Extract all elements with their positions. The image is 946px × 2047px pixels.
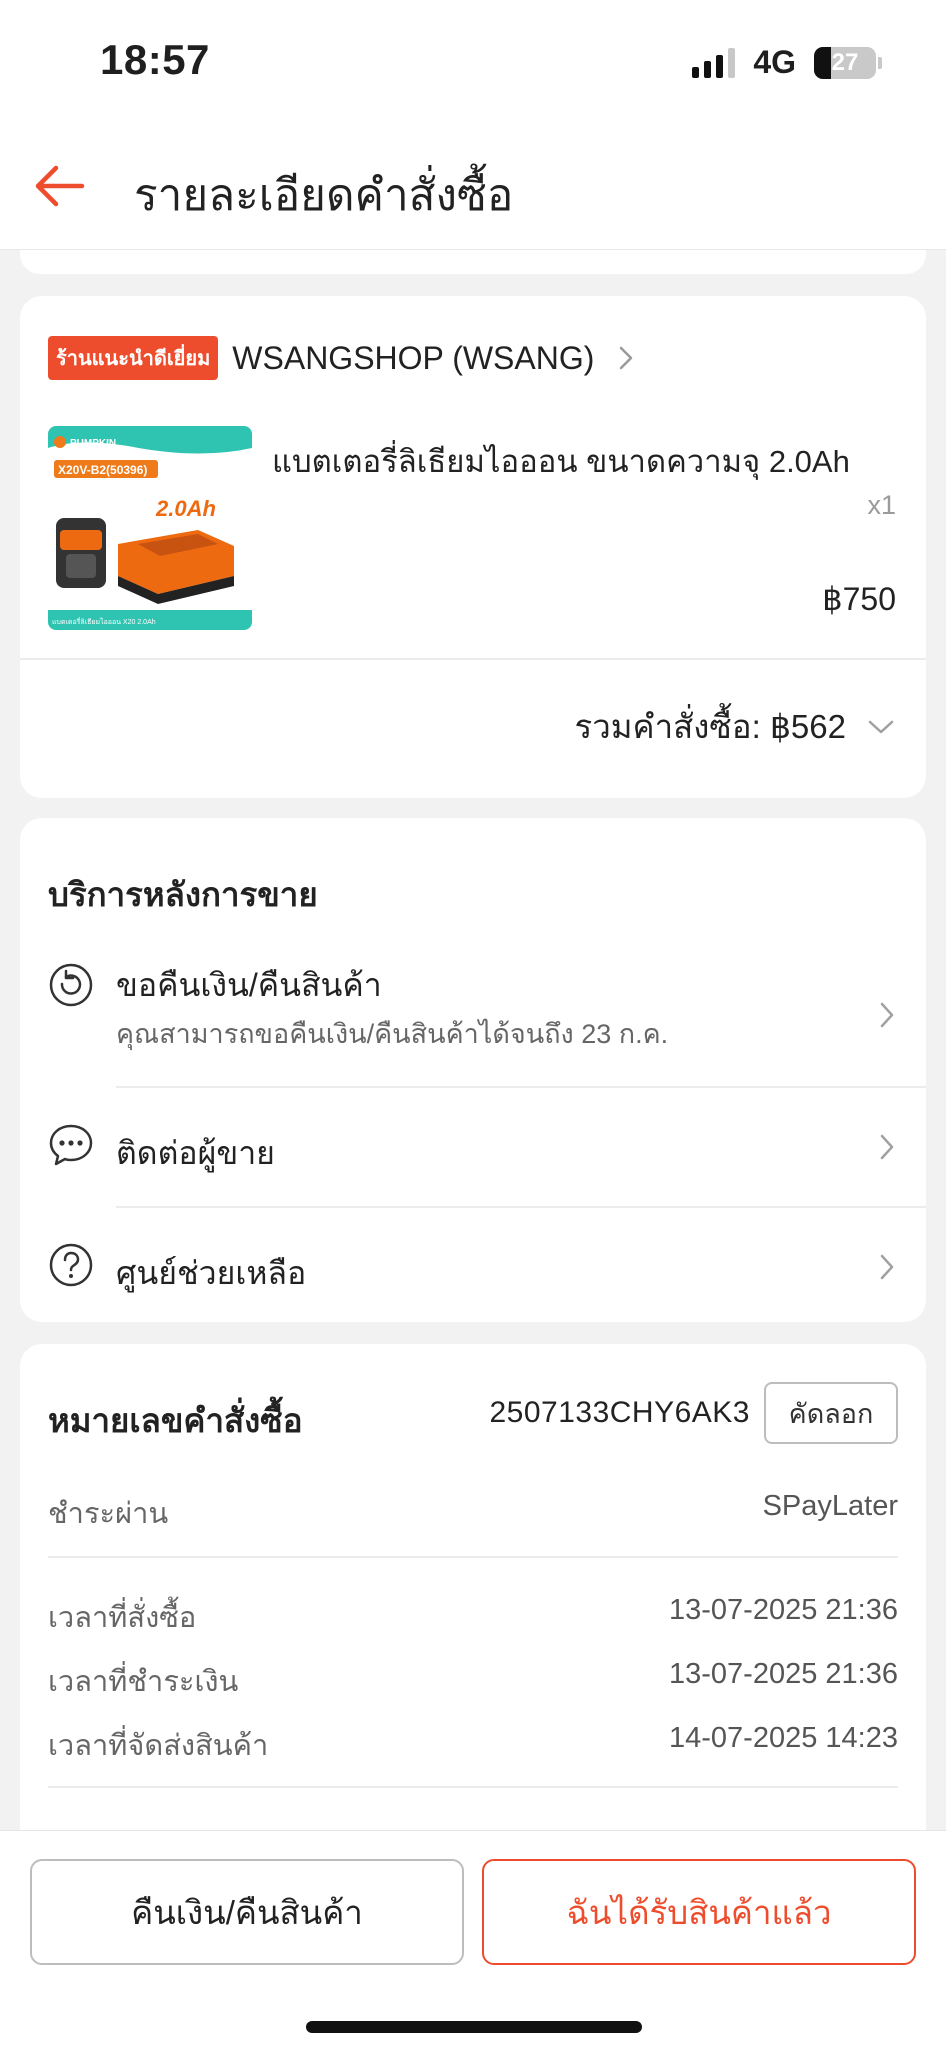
divider xyxy=(20,658,926,660)
shop-name[interactable]: WSANGSHOP (WSANG) xyxy=(232,340,594,377)
network-type: 4G xyxy=(753,44,796,80)
ship-time-row: เวลาที่จัดส่งสินค้า 14-07-2025 14:23 xyxy=(48,1722,898,1768)
ship-time-value: 14-07-2025 14:23 xyxy=(669,1722,898,1754)
return-icon xyxy=(49,963,93,1007)
chevron-right-icon xyxy=(620,346,633,370)
order-id-label: หมายเลขคำสั่งซื้อ xyxy=(48,1402,303,1439)
back-arrow-icon[interactable] xyxy=(30,156,90,216)
product-image[interactable]: PUMPKIN X20V-B2(50396) 2.0Ah แบตเตอรี่ลิ… xyxy=(48,426,252,630)
chevron-right-icon xyxy=(880,1134,894,1160)
status-indicators: 4G 27 xyxy=(692,44,882,81)
product-quantity: x1 xyxy=(867,490,896,520)
product-price: ฿750 xyxy=(822,581,896,617)
status-bar: 18:57 4G 27 xyxy=(0,0,946,120)
payment-time-value: 13-07-2025 21:36 xyxy=(669,1658,898,1690)
payment-method-row: ชำระผ่าน SPayLater xyxy=(48,1490,898,1536)
contact-seller-item[interactable]: ติดต่อผู้ขาย xyxy=(20,1088,926,1206)
bottom-action-bar: คืนเงิน/คืนสินค้า ฉันได้รับสินค้าแล้ว xyxy=(0,1830,946,2047)
order-received-button[interactable]: ฉันได้รับสินค้าแล้ว xyxy=(482,1859,916,1965)
payment-method-label: ชำระผ่าน xyxy=(48,1498,169,1530)
copy-order-id-button[interactable]: คัดลอก xyxy=(764,1382,898,1444)
order-info-card: หมายเลขคำสั่งซื้อ 2507133CHY6AK3 คัดลอก … xyxy=(20,1344,926,1904)
return-refund-button[interactable]: คืนเงิน/คืนสินค้า xyxy=(30,1859,464,1965)
image-caption: แบตเตอรี่ลิเธียมไอออน X20 2.0Ah xyxy=(52,617,156,626)
chat-icon xyxy=(49,1124,93,1166)
return-refund-label: ขอคืนเงิน/คืนสินค้า xyxy=(116,967,382,1003)
home-indicator[interactable] xyxy=(306,2021,642,2033)
return-refund-item[interactable]: ขอคืนเงิน/คืนสินค้า คุณสามารถขอคืนเงิน/ค… xyxy=(20,948,926,1088)
contact-seller-label: ติดต่อผู้ขาย xyxy=(116,1135,275,1171)
help-center-item[interactable]: ศูนย์ช่วยเหลือ xyxy=(20,1208,926,1322)
payment-time-row: เวลาที่ชำระเงิน 13-07-2025 21:36 xyxy=(48,1658,898,1704)
chevron-down-icon xyxy=(868,720,894,733)
section-title: บริการหลังการขาย xyxy=(48,876,318,913)
order-time-row: เวลาที่สั่งซื้อ 13-07-2025 21:36 xyxy=(48,1594,898,1640)
order-id: 2507133CHY6AK3 xyxy=(489,1396,750,1429)
shop-card: ร้านแนะนำดีเยี่ยม WSANGSHOP (WSANG) PUMP… xyxy=(20,296,926,798)
image-brand: PUMPKIN xyxy=(70,438,116,449)
divider xyxy=(48,1786,898,1788)
return-refund-deadline: คุณสามารถขอคืนเงิน/คืนสินค้าได้จนถึง 23 … xyxy=(116,1019,669,1049)
battery-icon: 27 xyxy=(814,46,876,79)
divider xyxy=(48,1556,898,1558)
order-total-row[interactable]: รวมคำสั่งซื้อ: ฿562 xyxy=(575,700,896,753)
after-sales-card: บริการหลังการขาย ขอคืนเงิน/คืนสินค้า คุณ… xyxy=(20,818,926,1322)
shop-header[interactable]: ร้านแนะนำดีเยี่ยม WSANGSHOP (WSANG) xyxy=(48,336,636,380)
order-time-value: 13-07-2025 21:36 xyxy=(669,1594,898,1626)
image-model: X20V-B2(50396) xyxy=(58,463,147,477)
previous-card-edge xyxy=(20,250,926,274)
chevron-right-icon xyxy=(880,1254,894,1280)
preferred-shop-badge: ร้านแนะนำดีเยี่ยม xyxy=(48,336,219,380)
battery-level: 27 xyxy=(831,48,859,76)
status-time: 18:57 xyxy=(100,36,210,83)
order-total: รวมคำสั่งซื้อ: ฿562 xyxy=(574,708,846,745)
product-name[interactable]: แบตเตอรี่ลิเธียมไอออน ขนาดความจุ 2.0Ah xyxy=(272,436,912,486)
payment-method-value: SPayLater xyxy=(762,1490,898,1522)
payment-time-label: เวลาที่ชำระเงิน xyxy=(48,1666,239,1698)
signal-icon xyxy=(692,47,736,78)
chevron-right-icon xyxy=(880,1002,894,1028)
help-icon xyxy=(49,1243,93,1287)
page-title: รายละเอียดคำสั่งซื้อ xyxy=(134,171,514,220)
image-capacity: 2.0Ah xyxy=(155,496,216,521)
help-center-label: ศูนย์ช่วยเหลือ xyxy=(116,1255,307,1291)
ship-time-label: เวลาที่จัดส่งสินค้า xyxy=(48,1730,269,1762)
app-header: รายละเอียดคำสั่งซื้อ xyxy=(0,120,946,250)
order-time-label: เวลาที่สั่งซื้อ xyxy=(48,1602,197,1634)
